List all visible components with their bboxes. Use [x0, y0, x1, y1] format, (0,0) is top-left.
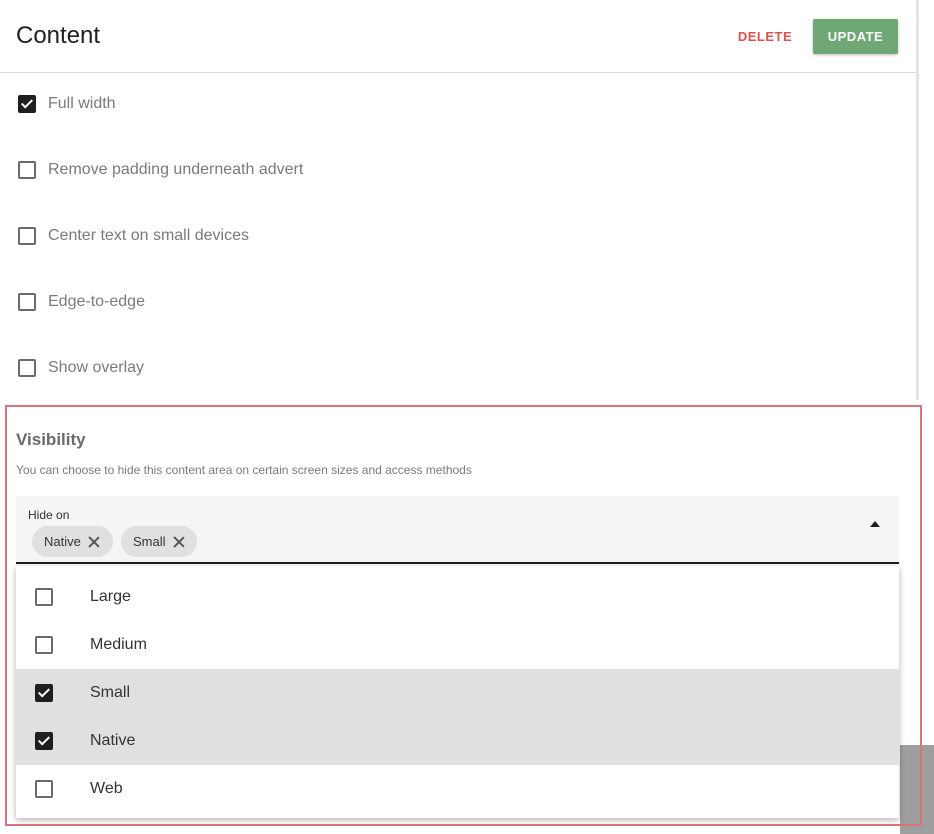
- option-edge-to-edge[interactable]: Edge-to-edge: [18, 290, 145, 314]
- checkbox-unchecked-icon[interactable]: [18, 293, 36, 311]
- checkbox-unchecked-icon[interactable]: [18, 161, 36, 179]
- page-title: Content: [16, 22, 101, 49]
- option-remove-padding[interactable]: Remove padding underneath advert: [18, 158, 303, 182]
- checkbox-checked-icon[interactable]: [18, 95, 36, 113]
- checkbox-unchecked-icon[interactable]: [18, 227, 36, 245]
- checkbox-unchecked-icon[interactable]: [18, 359, 36, 377]
- delete-button[interactable]: DELETE: [727, 20, 803, 52]
- highlight-frame: [5, 405, 922, 826]
- panel-edge-shadow: [916, 0, 919, 400]
- option-label: Show overlay: [48, 359, 145, 376]
- option-label: Remove padding underneath advert: [48, 161, 304, 178]
- update-button[interactable]: UPDATE: [813, 19, 898, 54]
- option-center-text[interactable]: Center text on small devices: [18, 224, 249, 248]
- option-full-width[interactable]: Full width: [18, 92, 116, 116]
- option-label: Full width: [48, 95, 116, 112]
- option-show-overlay[interactable]: Show overlay: [18, 356, 144, 380]
- option-label: Edge-to-edge: [48, 293, 145, 310]
- option-label: Center text on small devices: [48, 227, 249, 244]
